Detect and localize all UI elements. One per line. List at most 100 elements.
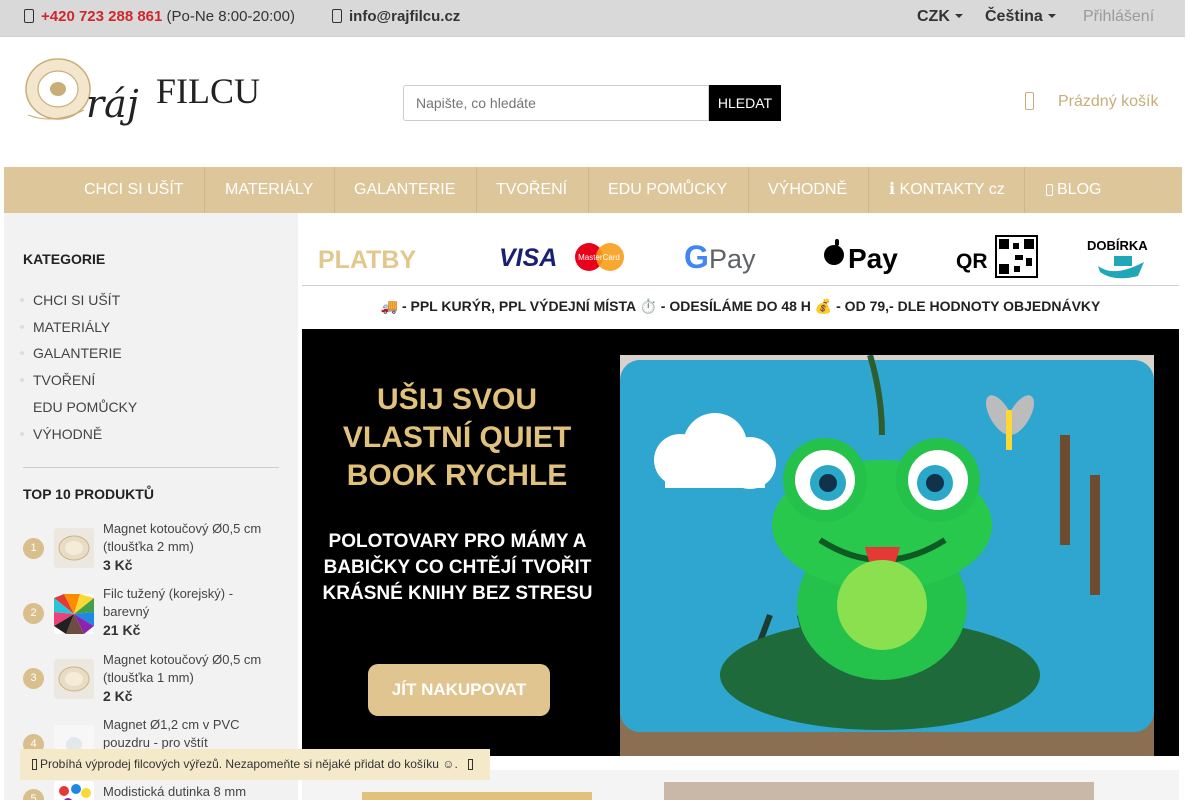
nav-item-galanterie[interactable]: GALANTERIE: [354, 167, 455, 213]
category-edu-pomucky[interactable]: EDU POMŮCKY: [33, 399, 137, 415]
nav-separator: [588, 167, 589, 213]
category-tvoreni[interactable]: TVOŘENÍ: [20, 372, 96, 388]
product-name[interactable]: Magnet Ø1,2 cm v PVC pouzdru - pro vštít: [103, 716, 273, 752]
envelope-icon: [332, 9, 342, 23]
site-logo[interactable]: ráj FILCU: [24, 55, 264, 147]
product-thumbnail[interactable]: [54, 781, 94, 800]
apple-pay-logo: Pay: [824, 239, 898, 274]
category-materialy[interactable]: MATERIÁLY: [20, 319, 110, 335]
qr-label: QR: [956, 250, 988, 273]
top-products-heading: TOP 10 PRODUKTŮ: [23, 486, 154, 502]
nav-blog-label: BLOG: [1057, 181, 1102, 198]
nav-item-chci-si-usit[interactable]: CHCI SI UŠÍT: [84, 167, 184, 213]
hero-subheadline: POLOTOVARY PRO MÁMY A BABIČKY CO CHTĚJÍ …: [322, 531, 593, 604]
rank-badge: 2: [23, 603, 44, 624]
category-label: VÝHODNĚ: [33, 426, 103, 442]
opening-hours: (Po-Ne 8:00-20:00): [162, 8, 295, 25]
shipping-info: 🚚 - PPL KURÝR, PPL VÝDEJNÍ MÍSTA ⏱️ - OD…: [380, 298, 1101, 314]
category-vyhodne[interactable]: VÝHODNĚ: [20, 426, 103, 442]
cod-label: DOBÍRKA: [1087, 238, 1148, 253]
language-label: Čeština: [985, 8, 1043, 25]
product-name[interactable]: Modistická dutinka 8 mm: [103, 783, 273, 800]
category-label: CHCI SI UŠÍT: [33, 292, 121, 308]
sidebar: KATEGORIE CHCI SI UŠÍT MATERIÁLY GALANTE…: [4, 213, 298, 800]
phone-number[interactable]: +420 723 288 861: [41, 8, 162, 25]
google-g-icon: G: [684, 239, 709, 275]
bullet-icon: [20, 325, 24, 329]
visa-logo: VISA: [499, 244, 557, 272]
phone-contact[interactable]: +420 723 288 861 (Po-Ne 8:00-20:00): [24, 8, 295, 25]
search-input[interactable]: [403, 85, 709, 121]
mastercard-label: MasterCard: [578, 253, 620, 262]
rank-badge: 1: [23, 538, 44, 559]
quiet-book-frog-photo: [620, 355, 1154, 756]
google-pay-logo: G Pay: [684, 239, 756, 275]
product-name[interactable]: Magnet kotoučový Ø0,5 cm (tloušťka 2 mm): [103, 520, 273, 556]
caret-down-icon: [954, 14, 963, 18]
currency-label: CZK: [917, 8, 950, 25]
nav-separator: [868, 167, 869, 213]
nav-item-blog[interactable]: BLOG: [1046, 167, 1101, 213]
shopping-bag-icon: [1025, 92, 1034, 110]
product-name[interactable]: Magnet kotoučový Ø0,5 cm (tloušťka 1 mm): [103, 651, 273, 687]
hero-headline: UŠIJ SVOU VLASTNÍ QUIET BOOK RYCHLE: [342, 383, 572, 492]
search-button[interactable]: HLEDAT: [709, 85, 781, 121]
announcement-toast[interactable]: Probíhá výprodej filcových výřezů. Nezap…: [20, 749, 490, 780]
category-galanterie[interactable]: GALANTERIE: [20, 345, 122, 361]
blog-icon: [1046, 184, 1053, 196]
close-icon[interactable]: [467, 759, 473, 770]
bullet-icon: [20, 351, 24, 355]
cart-label: Prázdný košík: [1058, 93, 1159, 110]
main-navigation: CHCI SI UŠÍT MATERIÁLY GALANTERIE TVOŘEN…: [4, 167, 1182, 213]
divider: [23, 467, 279, 468]
nav-separator: [476, 167, 477, 213]
banner-divider: [302, 285, 1179, 286]
category-label: TVOŘENÍ: [33, 372, 96, 388]
categories-heading: KATEGORIE: [23, 251, 106, 267]
nav-separator: [748, 167, 749, 213]
payments-title: PLATBY: [318, 246, 416, 274]
product-price: 21 Kč: [103, 622, 141, 638]
spool-icon: [25, 58, 91, 120]
qr-payment-logo: QR: [956, 235, 1038, 278]
top-bar: +420 723 288 861 (Po-Ne 8:00-20:00) info…: [0, 0, 1185, 37]
bullet-icon: [20, 298, 24, 302]
cash-on-delivery-logo: DOBÍRKA: [1087, 238, 1148, 279]
nav-item-vyhodne[interactable]: VÝHODNĚ: [768, 167, 847, 213]
shop-now-button[interactable]: JÍT NAKUPOVAT: [368, 664, 550, 716]
product-thumbnail[interactable]: [54, 659, 94, 699]
rank-badge: 5: [23, 789, 44, 800]
category-label: GALANTERIE: [33, 345, 122, 361]
language-dropdown[interactable]: Čeština: [985, 8, 1056, 26]
category-label: EDU POMŮCKY: [33, 399, 138, 415]
bullet-icon: [20, 378, 24, 382]
product-name[interactable]: Filc tužený (korejský) - barevný: [103, 585, 273, 621]
nav-item-materialy[interactable]: MATERIÁLY: [225, 167, 313, 213]
toast-message: Probíhá výprodej filcových výřezů. Nezap…: [40, 757, 458, 771]
product-thumbnail[interactable]: [54, 594, 94, 634]
hero-banner[interactable]: UŠIJ SVOU VLASTNÍ QUIET BOOK RYCHLE POLO…: [302, 329, 1179, 756]
rank-badge: 3: [23, 668, 44, 689]
email-contact[interactable]: info@rajfilcu.cz: [332, 8, 460, 25]
mastercard-logo: MasterCard: [575, 243, 624, 271]
login-link[interactable]: Přihlášení: [1083, 8, 1154, 26]
nav-separator: [1024, 167, 1025, 213]
nav-separator: [204, 167, 205, 213]
currency-dropdown[interactable]: CZK: [917, 8, 963, 26]
product-thumbnail[interactable]: [54, 528, 94, 568]
nav-item-kontakty[interactable]: ℹ KONTAKTY cz: [889, 167, 1005, 213]
product-price: 2 Kč: [103, 688, 133, 704]
email-address[interactable]: info@rajfilcu.cz: [349, 8, 460, 25]
gpay-label: Pay: [709, 244, 756, 274]
logo-word: FILCU: [156, 71, 260, 111]
applepay-label: Pay: [848, 243, 898, 274]
caret-down-icon: [1047, 14, 1056, 18]
nav-item-tvoreni[interactable]: TVOŘENÍ: [496, 167, 567, 213]
nav-item-edu-pomucky[interactable]: EDU POMŮCKY: [608, 167, 727, 213]
payment-methods-banner: PLATBY VISA MasterCard G Pay Pay QR DOBÍ…: [318, 235, 1148, 279]
category-chci-si-usit[interactable]: CHCI SI UŠÍT: [20, 292, 121, 308]
product-price: 3 Kč: [103, 557, 133, 573]
logo-script: ráj: [86, 82, 139, 126]
cart-link[interactable]: Prázdný košík: [1025, 92, 1158, 111]
phone-icon: [24, 9, 34, 23]
